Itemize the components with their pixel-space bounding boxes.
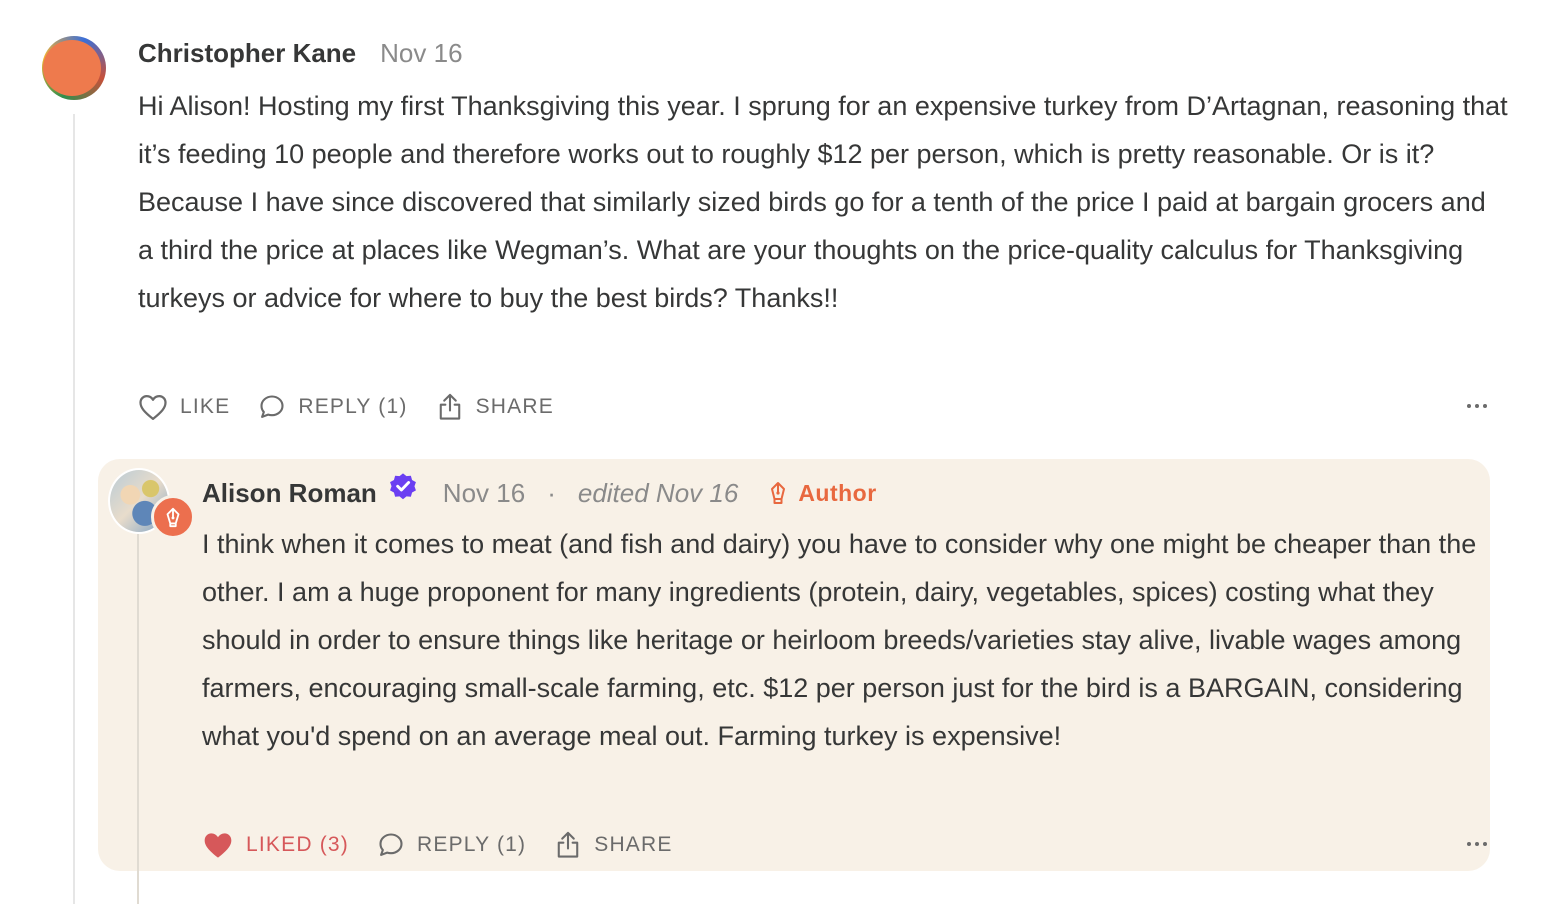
author-tag-label: Author: [798, 479, 877, 506]
thread-line[interactable]: [73, 114, 75, 904]
reply-label: REPLY (1): [298, 395, 408, 418]
avatar[interactable]: [42, 36, 106, 100]
share-label: SHARE: [594, 833, 673, 856]
comment-author[interactable]: Alison Roman: [202, 478, 377, 509]
comment-actions: LIKED (3) REPLY (1) SHARE: [202, 830, 673, 860]
more-icon[interactable]: [1467, 404, 1487, 408]
share-button[interactable]: SHARE: [554, 830, 672, 860]
thread-line[interactable]: [137, 534, 139, 904]
comment-header: Christopher Kane Nov 16: [138, 38, 463, 69]
share-icon: [439, 393, 460, 420]
more-icon[interactable]: [1467, 842, 1487, 846]
heart-icon: [139, 395, 167, 420]
edited-label: edited Nov 16: [577, 478, 739, 508]
heart-icon: [204, 833, 232, 858]
comment-header: Alison Roman Nov 16 · edited Nov 16 Auth…: [202, 470, 877, 509]
share-button[interactable]: SHARE: [436, 392, 554, 422]
like-label: LIKED (3): [246, 833, 349, 856]
comment-bubble-icon: [379, 833, 403, 856]
like-button[interactable]: LIKED (3): [202, 830, 349, 860]
comment-body: Hi Alison! Hosting my first Thanksgiving…: [138, 91, 1508, 313]
fountain-pen-icon: [166, 507, 180, 528]
reply-label: REPLY (1): [417, 833, 527, 856]
author-badge-icon: [151, 495, 195, 539]
reply-button[interactable]: REPLY (1): [377, 831, 526, 859]
comment-actions: LIKE REPLY (1) SHARE: [138, 392, 554, 422]
reply-button[interactable]: REPLY (1): [258, 393, 407, 421]
like-button[interactable]: LIKE: [138, 393, 230, 421]
like-label: LIKE: [180, 395, 231, 418]
comment-author[interactable]: Christopher Kane: [138, 38, 356, 69]
comment-body: I think when it comes to meat (and fish …: [202, 529, 1477, 751]
verified-badge-icon: [389, 473, 416, 500]
comment-date[interactable]: Nov 16: [443, 478, 525, 509]
share-icon: [557, 831, 579, 858]
comment-thread: Christopher Kane Nov 16 Hi Alison! Hosti…: [0, 0, 1568, 904]
author-tag: Author: [768, 480, 876, 507]
comment-date[interactable]: Nov 16: [380, 38, 462, 69]
share-label: SHARE: [475, 395, 554, 418]
comment-bubble-icon: [260, 395, 284, 418]
fountain-pen-icon: [771, 482, 786, 504]
separator: ·: [547, 478, 556, 508]
